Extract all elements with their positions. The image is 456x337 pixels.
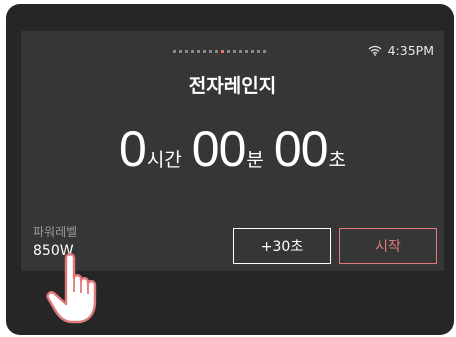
page-dot [203,50,206,53]
page-dot [251,50,254,53]
timer-seconds-unit: 초 [328,149,346,171]
page-dot [215,50,218,53]
page-dot [191,50,194,53]
page-dot [179,50,182,53]
page-dot [233,50,236,53]
timer-minutes-unit: 분 [246,149,264,171]
timer-hours-unit: 시간 [146,149,182,171]
page-dot [209,50,212,53]
page-dot [197,50,200,53]
page-dot [257,50,260,53]
power-level-label: 파워레벨 [33,225,78,239]
start-button[interactable]: 시작 [339,228,437,264]
timer-hours: 0 [119,121,147,177]
page-dot [227,50,230,53]
microwave-screen: 4:35PM 전자레인지 0 시간 00 분 00 초 파워레벨 850W +3… [21,31,444,271]
page-dot [239,50,242,53]
status-time: 4:35PM [387,43,434,58]
add-30-seconds-button[interactable]: +30초 [233,228,331,264]
page-dot [173,50,176,53]
hand-pointer-icon [44,248,114,328]
page-dot [263,50,266,53]
page-indicator [173,50,266,53]
timer-seconds: 00 [273,121,329,177]
page-title: 전자레인지 [188,75,277,97]
status-bar: 4:35PM [368,43,434,58]
timer-display: 0 시간 00 분 00 초 [21,123,444,175]
timer-minutes: 00 [191,121,247,177]
wifi-icon [368,45,382,56]
page-dot-active [221,50,224,53]
page-dot [185,50,188,53]
page-dot [245,50,248,53]
